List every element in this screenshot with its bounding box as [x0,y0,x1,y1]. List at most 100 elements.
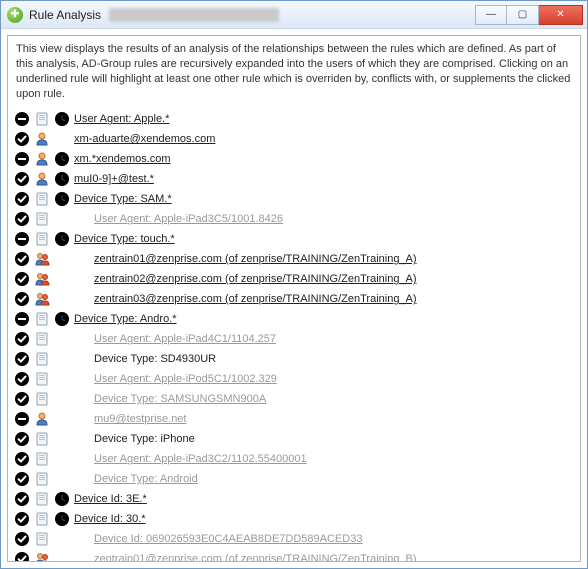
rule-row[interactable]: Device Id: 069026593E0C4AEAB8DE7DD589ACE… [12,529,576,549]
spacer [54,351,70,367]
rule-label[interactable]: Device Type: touch.* [74,233,175,245]
status-allow-icon [14,171,30,187]
status-allow-icon [14,211,30,227]
rule-row[interactable]: Device Type: SAMSUNGSMN900A [12,389,576,409]
regex-clock-icon [54,111,70,127]
rule-label[interactable]: User Agent: Apple-iPod5C1/1002.329 [94,373,277,385]
rule-row[interactable]: User Agent: Apple-iPad3C5/1001.8426 [12,209,576,229]
close-button[interactable]: ✕ [539,5,583,25]
rule-label[interactable]: Device Type: SD4930UR [94,353,216,365]
status-allow-icon [14,131,30,147]
rule-row[interactable]: Device Type: Andro.* [12,309,576,329]
status-deny-icon [14,411,30,427]
rule-row[interactable]: Device Type: SD4930UR [12,349,576,369]
status-allow-icon [14,491,30,507]
regex-clock-icon [54,231,70,247]
spacer [54,471,70,487]
spacer [54,451,70,467]
regex-clock-icon [54,311,70,327]
spacer [54,331,70,347]
regex-clock-icon [54,491,70,507]
spacer [54,371,70,387]
rule-row[interactable]: User Agent: Apple-iPod5C1/1002.329 [12,369,576,389]
status-deny-icon [14,231,30,247]
rule-row[interactable]: xm.*xendemos.com [12,149,576,169]
content-area: This view displays the results of an ana… [1,29,587,568]
rule-row[interactable]: zentrain01@zenprise.com (of zenprise/TRA… [12,549,576,561]
rule-label[interactable]: User Agent: Apple-iPad4C1/1104.257 [94,333,276,345]
group-icon [34,551,50,561]
rule-label[interactable]: zentrain03@zenprise.com (of zenprise/TRA… [94,293,417,305]
rule-row[interactable]: zentrain02@zenprise.com (of zenprise/TRA… [12,269,576,289]
title-obscured [109,8,279,22]
rule-label[interactable]: mu9@testprise.net [94,413,187,425]
spacer [54,531,70,547]
device-icon [34,511,50,527]
rule-label[interactable]: xm.*xendemos.com [74,153,171,165]
user-icon [34,131,50,147]
user-icon [34,151,50,167]
rule-label[interactable]: Device Type: Andro.* [74,313,177,325]
spacer [54,411,70,427]
rule-row[interactable]: User Agent: Apple-iPad3C2/1102.55400001 [12,449,576,469]
rule-row[interactable]: zentrain03@zenprise.com (of zenprise/TRA… [12,289,576,309]
rule-label[interactable]: Device Type: SAMSUNGSMN900A [94,393,266,405]
status-allow-icon [14,431,30,447]
status-allow-icon [14,531,30,547]
status-deny-icon [14,111,30,127]
rule-label[interactable]: Device Type: SAM.* [74,193,172,205]
window-title: Rule Analysis [29,8,101,22]
rule-label[interactable]: Device Type: iPhone [94,433,195,445]
rule-label[interactable]: muI0-9]+@test.* [74,173,154,185]
device-icon [34,191,50,207]
status-allow-icon [14,191,30,207]
status-allow-icon [14,251,30,267]
maximize-button[interactable]: ▢ [507,5,539,25]
status-allow-icon [14,351,30,367]
rule-label[interactable]: Device Id: 069026593E0C4AEAB8DE7DD589ACE… [94,533,362,545]
rule-row[interactable]: Device Type: touch.* [12,229,576,249]
app-icon: ✚ [7,7,23,23]
status-allow-icon [14,471,30,487]
rule-row[interactable]: Device Id: 3E.* [12,489,576,509]
status-allow-icon [14,551,30,561]
device-icon [34,331,50,347]
spacer [54,431,70,447]
device-icon [34,351,50,367]
rule-label[interactable]: xm-aduarte@xendemos.com [74,133,215,145]
rule-label[interactable]: User Agent: Apple.* [74,113,169,125]
device-icon [34,491,50,507]
rule-row[interactable]: Device Id: 30.* [12,509,576,529]
regex-clock-icon [54,171,70,187]
rule-row[interactable]: User Agent: Apple-iPad4C1/1104.257 [12,329,576,349]
rule-row[interactable]: muI0-9]+@test.* [12,169,576,189]
rules-list[interactable]: User Agent: Apple.* xm-aduarte@xendemos.… [8,107,580,561]
status-allow-icon [14,451,30,467]
spacer [54,391,70,407]
rule-row[interactable]: Device Type: SAM.* [12,189,576,209]
rule-label[interactable]: User Agent: Apple-iPad3C2/1102.55400001 [94,453,307,465]
rule-row[interactable]: zentrain01@zenprise.com (of zenprise/TRA… [12,249,576,269]
rule-label[interactable]: Device Type: Android [94,473,198,485]
device-icon [34,311,50,327]
rule-row[interactable]: xm-aduarte@xendemos.com [12,129,576,149]
rule-label[interactable]: Device Id: 3E.* [74,493,147,505]
rule-label[interactable]: Device Id: 30.* [74,513,146,525]
group-icon [34,291,50,307]
regex-clock-icon [54,191,70,207]
device-icon [34,231,50,247]
minimize-button[interactable]: — [475,5,507,25]
rule-row[interactable]: User Agent: Apple.* [12,109,576,129]
rule-row[interactable]: Device Type: iPhone [12,429,576,449]
device-icon [34,371,50,387]
status-allow-icon [14,511,30,527]
spacer [54,551,70,561]
rule-row[interactable]: Device Type: Android [12,469,576,489]
rule-label[interactable]: User Agent: Apple-iPad3C5/1001.8426 [94,213,283,225]
status-allow-icon [14,291,30,307]
rule-row[interactable]: mu9@testprise.net [12,409,576,429]
rule-label[interactable]: zentrain01@zenprise.com (of zenprise/TRA… [94,253,417,265]
device-icon [34,391,50,407]
rule-label[interactable]: zentrain01@zenprise.com (of zenprise/TRA… [94,553,417,561]
rule-label[interactable]: zentrain02@zenprise.com (of zenprise/TRA… [94,273,417,285]
